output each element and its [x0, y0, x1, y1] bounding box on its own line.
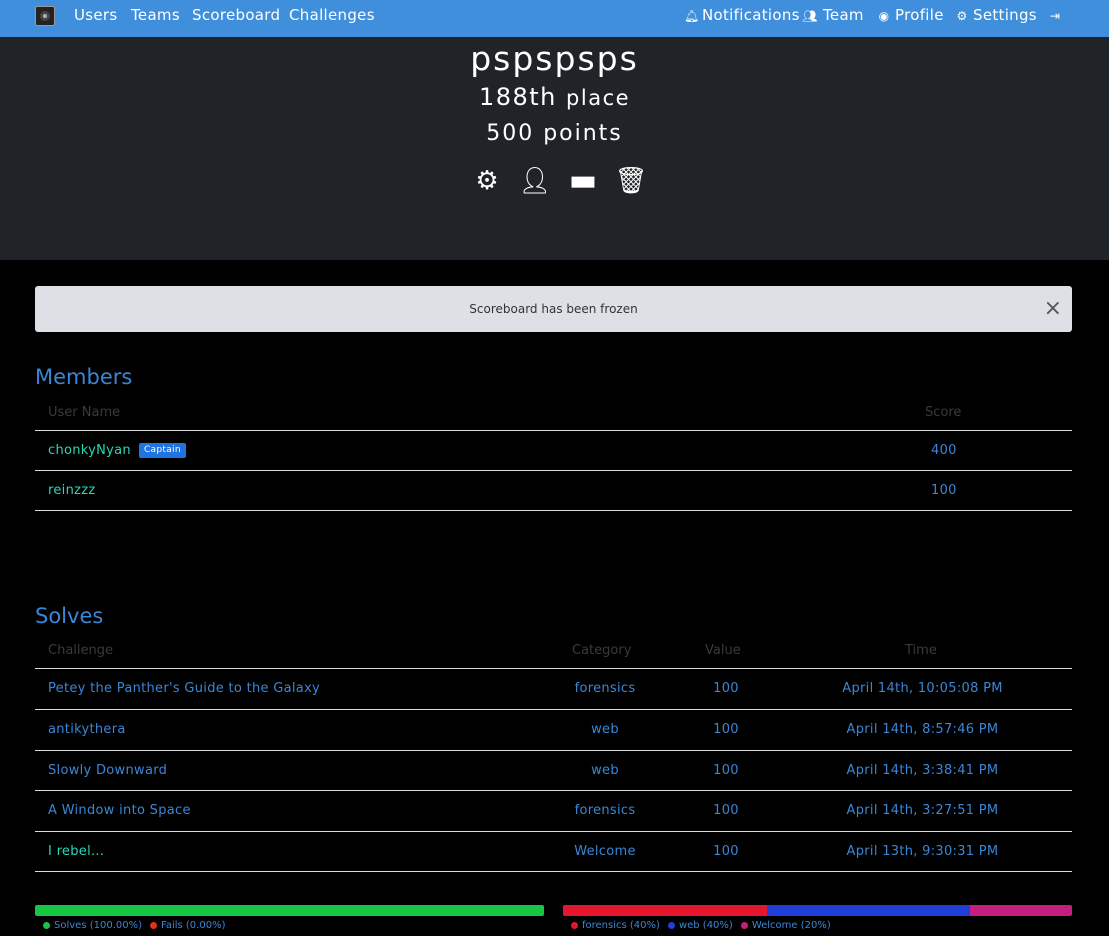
category-segment [766, 905, 971, 916]
scoreboard-frozen-alert: Scoreboard has been frozen × [35, 286, 1072, 332]
category-segment [563, 905, 767, 916]
bell-icon: 🔔︎ [684, 9, 700, 23]
nav-settings[interactable]: ⚙ Settings [955, 6, 1037, 24]
member-name-link[interactable]: reinzzz [48, 471, 95, 511]
team-place: 188th place [478, 83, 631, 111]
challenge-category: web [591, 722, 619, 737]
challenge-value: 100 [713, 844, 739, 859]
category-segment [970, 905, 1072, 916]
challenge-link[interactable]: I rebel... [48, 832, 104, 872]
nav-profile[interactable]: ◉ Profile [877, 6, 944, 24]
header-user-name: User Name [48, 405, 121, 420]
challenge-value: 100 [713, 722, 739, 737]
nav-teams[interactable]: Teams [131, 6, 180, 24]
table-row: Petey the Panther's Guide to the Galaxy … [35, 668, 1072, 708]
member-score: 100 [931, 483, 957, 498]
site-logo-icon[interactable] [35, 6, 55, 26]
delete-trash-icon[interactable]: 🗑︎ [614, 165, 648, 197]
header-category: Category [572, 643, 632, 658]
solve-legend-dot [43, 921, 50, 929]
solves-table: Challenge Category Value Time Petey the … [35, 638, 1072, 873]
solve-legend-dot [150, 921, 157, 929]
header-value: Value [705, 643, 741, 658]
category-breakdown-bar [563, 905, 1072, 916]
challenge-link[interactable]: Petey the Panther's Guide to the Galaxy [48, 669, 320, 709]
solve-time: April 14th, 3:27:51 PM [846, 803, 999, 818]
team-actions: ⚙ 👤︎ ▬ 🗑︎ [470, 165, 648, 197]
category-legend-label[interactable]: web (40%) [679, 920, 733, 931]
solve-percentage-bar [35, 905, 544, 916]
category-legend-dot [571, 921, 578, 929]
top-navbar: Users Teams Scoreboard Challenges 🔔︎ Noti… [0, 0, 1109, 37]
solve-legend-label[interactable]: Fails (0.00%) [161, 920, 225, 931]
nav-challenges[interactable]: Challenges [289, 6, 375, 24]
transfer-captain-icon[interactable]: 👤︎ [518, 165, 552, 197]
challenge-category: forensics [574, 681, 636, 696]
category-legend: forensics (40%) web (40%) Welcome (20%) [563, 920, 831, 931]
challenge-value: 100 [713, 681, 739, 696]
solve-time: April 14th, 8:57:46 PM [846, 722, 999, 737]
table-row: chonkyNyan Captain 400 [35, 430, 1072, 470]
challenge-link[interactable]: A Window into Space [48, 791, 191, 831]
team-points: 500 points [486, 121, 623, 146]
category-legend-label[interactable]: Welcome (20%) [752, 920, 831, 931]
member-name-link[interactable]: chonkyNyan [48, 443, 131, 458]
challenge-link[interactable]: antikythera [48, 710, 126, 750]
solve-segment [35, 905, 544, 916]
challenge-category: Welcome [574, 844, 636, 859]
challenge-value: 100 [713, 803, 739, 818]
challenge-category: web [591, 763, 619, 778]
category-legend-dot [667, 921, 675, 929]
solve-legend-label[interactable]: Solves (100.00%) [54, 920, 142, 931]
invite-ticket-icon[interactable]: ▬ [566, 165, 600, 197]
users-icon: 👥︎ [802, 9, 818, 23]
solve-time: April 14th, 3:38:41 PM [846, 763, 999, 778]
challenge-value: 100 [713, 763, 739, 778]
table-row: I rebel... Welcome 100 April 13th, 9:30:… [35, 831, 1072, 872]
nav-team[interactable]: 👥︎ Team [801, 6, 864, 24]
solve-legend: Solves (100.00%) Fails (0.00%) [35, 920, 225, 931]
gears-icon: ⚙ [956, 9, 968, 23]
captain-badge: Captain [138, 443, 186, 458]
category-legend-dot [740, 921, 748, 929]
close-icon[interactable]: × [1044, 286, 1062, 332]
header-score: Score [925, 405, 962, 420]
solve-time: April 13th, 9:30:31 PM [846, 844, 999, 859]
nav-notifications[interactable]: 🔔︎ Notifications [684, 6, 800, 24]
challenge-category: forensics [574, 803, 636, 818]
table-row: Slowly Downward web 100 April 14th, 3:38… [35, 750, 1072, 790]
logout-button[interactable]: ⇥ [1048, 6, 1066, 24]
members-title: Members [35, 365, 133, 389]
nav-scoreboard[interactable]: Scoreboard [192, 6, 280, 24]
solves-title: Solves [35, 604, 104, 628]
table-row: A Window into Space forensics 100 April … [35, 790, 1072, 830]
table-row: antikythera web 100 April 14th, 8:57:46 … [35, 709, 1072, 749]
team-header: pspspsps 188th place 500 points ⚙ 👤︎ ▬ 🗑… [0, 37, 1109, 260]
header-time: Time [905, 643, 937, 658]
user-circle-icon: ◉ [878, 9, 890, 23]
challenge-link[interactable]: Slowly Downward [48, 751, 167, 791]
header-challenge: Challenge [48, 643, 113, 658]
alert-text: Scoreboard has been frozen [469, 302, 638, 316]
team-settings-gears-icon[interactable]: ⚙ [470, 165, 504, 197]
nav-users[interactable]: Users [74, 6, 118, 24]
logout-icon: ⇥ [1049, 9, 1061, 23]
team-name: pspspsps [470, 39, 639, 78]
category-legend-label[interactable]: forensics (40%) [582, 920, 660, 931]
solve-time: April 14th, 10:05:08 PM [842, 681, 1003, 696]
members-table: User Name Score chonkyNyan Captain 400 re… [35, 400, 1072, 512]
member-score: 400 [931, 443, 957, 458]
table-row: reinzzz 100 [35, 470, 1072, 511]
